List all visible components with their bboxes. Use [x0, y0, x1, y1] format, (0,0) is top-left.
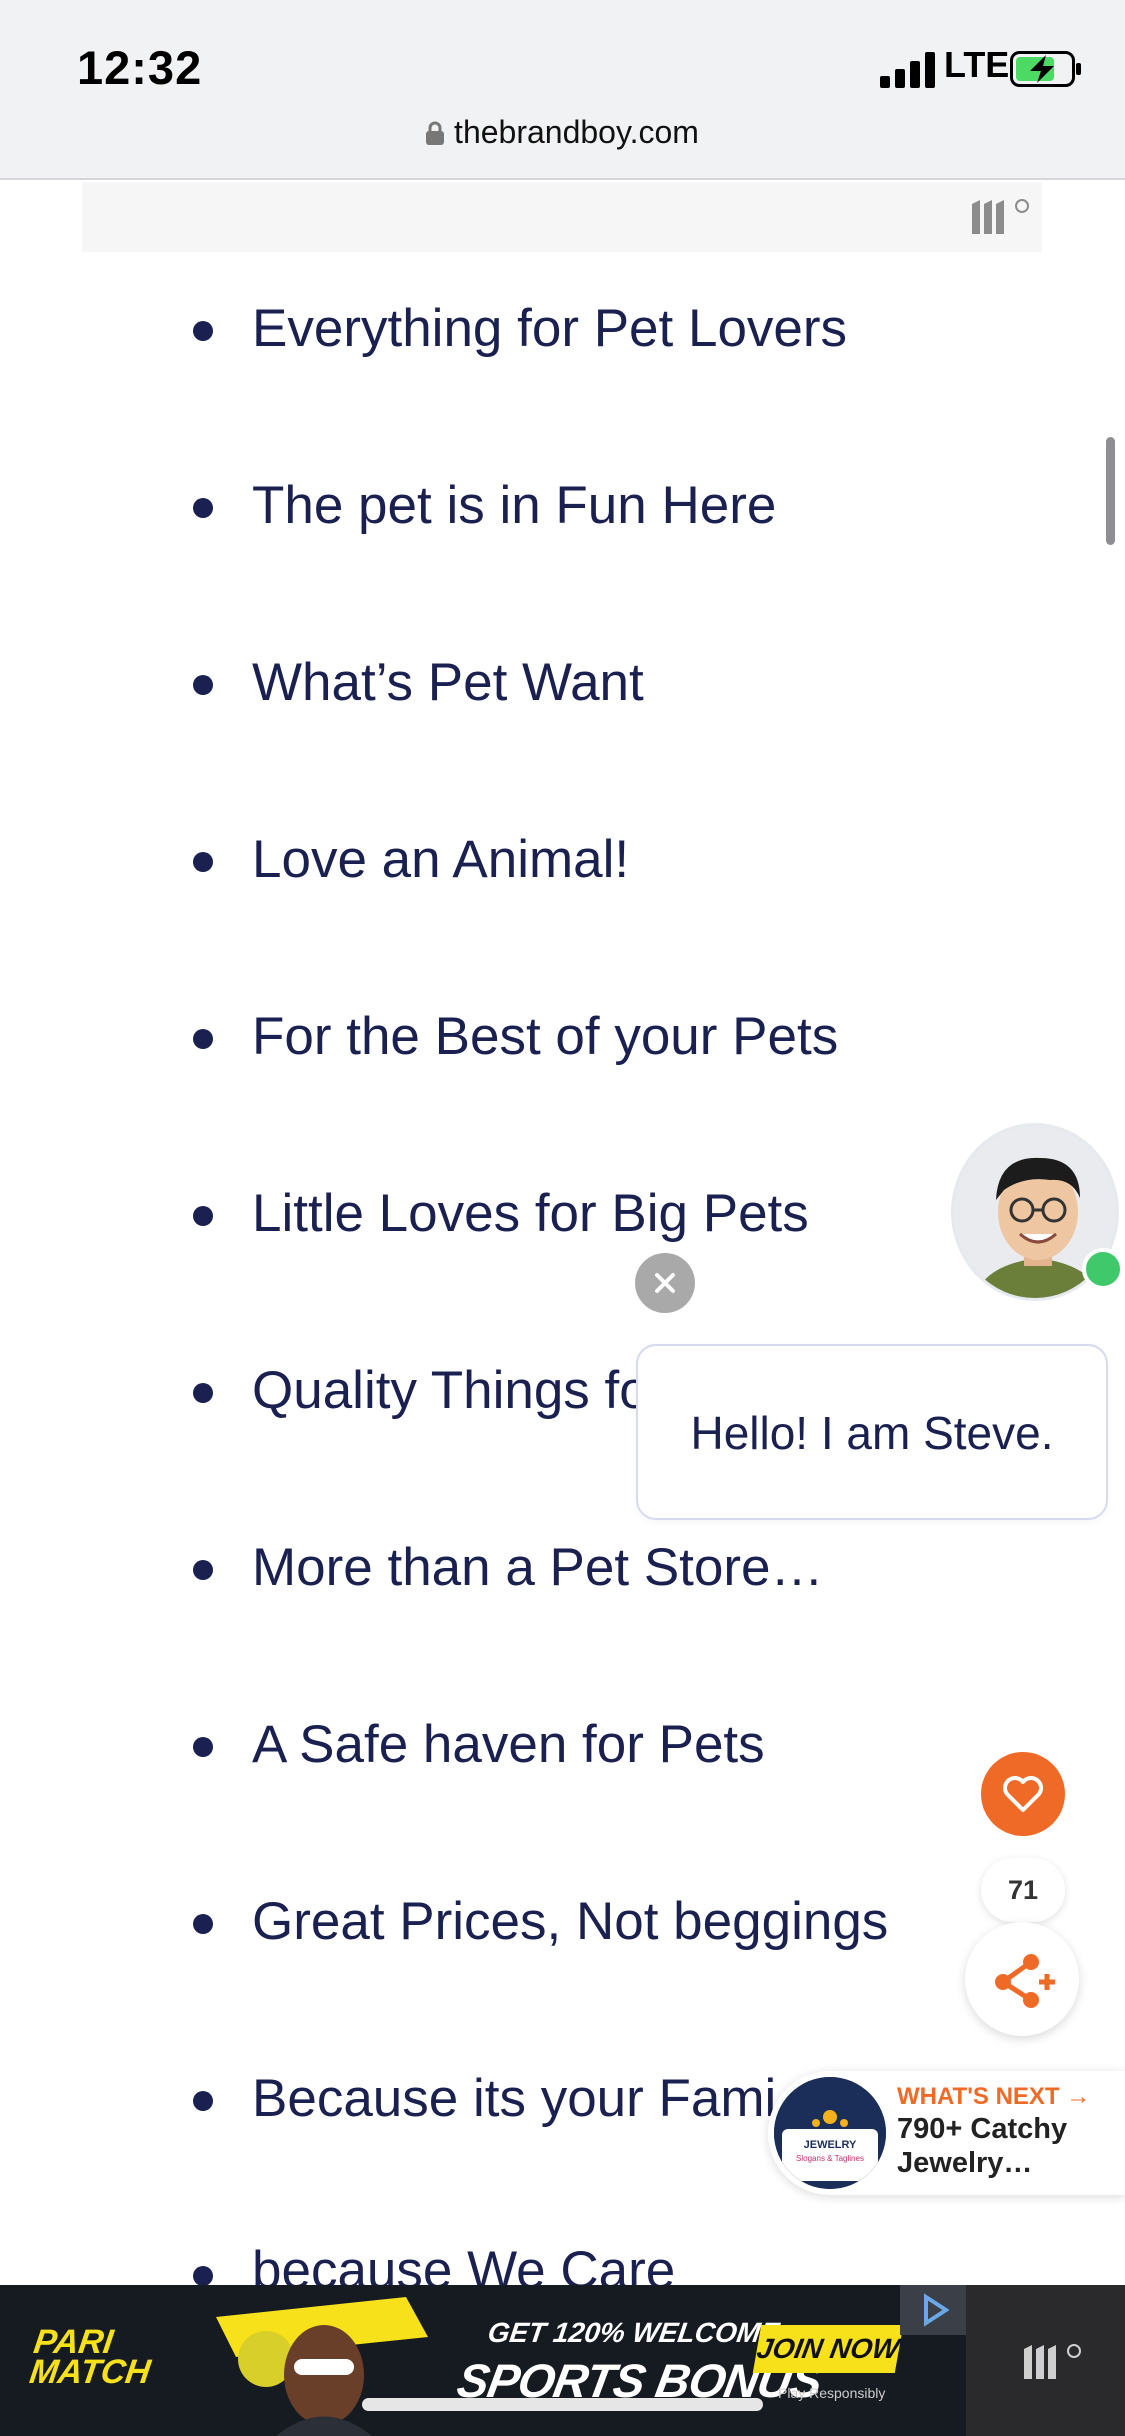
url-text: thebrandboy.com — [454, 114, 699, 150]
lock-icon — [426, 121, 445, 145]
slogan-text: Everything for Pet Lovers — [252, 299, 848, 358]
status-bar: 12:32 LTE thebrandboy.com — [0, 0, 1125, 180]
cellular-signal-icon — [880, 52, 935, 88]
ad-side-panel — [966, 2285, 1125, 2436]
ad-choices-triangle-icon — [924, 2293, 950, 2327]
network-type: LTE — [944, 44, 1010, 85]
url-bar[interactable]: thebrandboy.com — [0, 114, 1125, 151]
ad-offer-top: GET 120% WELCOME — [485, 2317, 782, 2348]
jewelry-thumbnail-image — [774, 2077, 886, 2189]
ad-brand-logo: PARI MATCH — [27, 2323, 157, 2391]
bullet — [193, 498, 213, 518]
list-item: What’s Pet Want — [0, 649, 1125, 826]
slogan-text: Quality Things fo — [252, 1361, 649, 1420]
bullet — [193, 1560, 213, 1580]
bullet — [193, 321, 213, 341]
slogan-text: For the Best of your Pets — [252, 1007, 839, 1066]
list-item: Great Prices, Not beggings — [0, 1888, 1125, 2065]
share-button[interactable] — [965, 1922, 1079, 2036]
bullet — [193, 852, 213, 872]
bullet — [193, 675, 213, 695]
slogan-text: Great Prices, Not beggings — [252, 1892, 889, 1951]
slogan-text: The pet is in Fun Here — [252, 476, 777, 535]
slogan-text: Because its your Fami — [252, 2069, 777, 2128]
whats-next-card[interactable]: JEWELRY Slogans & Taglines WHAT'S NEXT →… — [768, 2071, 1125, 2195]
whats-next-thumbnail: JEWELRY Slogans & Taglines — [774, 2077, 886, 2189]
ad-choices-icon[interactable] — [900, 2285, 966, 2335]
ad-join-button[interactable]: JOIN NOW — [752, 2325, 904, 2373]
scrollbar-thumb[interactable] — [1106, 437, 1115, 545]
ad-network-logo-icon — [1024, 2344, 1081, 2379]
whats-next-heading: WHAT'S NEXT → — [897, 2083, 1091, 2110]
bullet — [193, 1206, 213, 1226]
chat-greeting-text: Hello! I am Steve. — [690, 1407, 1054, 1459]
ad-network-logo-icon — [972, 199, 1029, 234]
bullet — [193, 2091, 213, 2111]
bullet — [193, 1737, 213, 1757]
bullet — [193, 1029, 213, 1049]
bullet — [193, 2266, 213, 2286]
list-item: The pet is in Fun Here — [0, 472, 1125, 649]
ad-player-image — [216, 2297, 428, 2436]
list-item: Everything for Pet Lovers — [0, 295, 1125, 472]
slogan-list: Everything for Pet Lovers The pet is in … — [0, 295, 1125, 2242]
thumbnail-sublabel: Slogans & Taglines — [796, 2154, 864, 2163]
list-item: More than a Pet Store… — [0, 1534, 1125, 1711]
slogan-text: More than a Pet Store… — [252, 1538, 824, 1597]
chat-close-button[interactable] — [635, 1253, 695, 1313]
top-ad-strip[interactable] — [82, 182, 1042, 252]
heart-icon — [1003, 1776, 1043, 1812]
close-icon — [655, 1273, 675, 1293]
slogan-text: What’s Pet Want — [252, 653, 644, 712]
slogan-text: Little Loves for Big Pets — [252, 1184, 809, 1243]
thumbnail-label: JEWELRY — [803, 2139, 857, 2151]
slogan-text: A Safe haven for Pets — [252, 1715, 765, 1774]
share-icon — [995, 1954, 1055, 2008]
list-item: For the Best of your Pets — [0, 1003, 1125, 1180]
home-indicator[interactable] — [362, 2398, 763, 2411]
whats-next-title[interactable]: 790+ Catchy Jewelry… — [897, 2112, 1117, 2180]
bullet — [193, 1383, 213, 1403]
bullet — [193, 1914, 213, 1934]
bottom-ad-banner[interactable]: PARI MATCH GET 120% WELCOME SPORTS BONUS… — [0, 2285, 1125, 2436]
status-time: 12:32 — [77, 41, 203, 94]
chat-greeting-bubble[interactable]: Hello! I am Steve. — [636, 1344, 1108, 1520]
like-count: 71 — [981, 1858, 1065, 1922]
slogan-text: Love an Animal! — [252, 830, 630, 889]
list-item: A Safe haven for Pets — [0, 1711, 1125, 1888]
online-status-icon — [1082, 1248, 1124, 1290]
battery-charging-icon — [1010, 51, 1081, 87]
ad-brand-line2: MATCH — [27, 2353, 153, 2391]
list-item: Love an Animal! — [0, 826, 1125, 1003]
ad-disclaimer: Play Responsibly — [778, 2385, 886, 2401]
like-button[interactable] — [981, 1752, 1065, 1836]
